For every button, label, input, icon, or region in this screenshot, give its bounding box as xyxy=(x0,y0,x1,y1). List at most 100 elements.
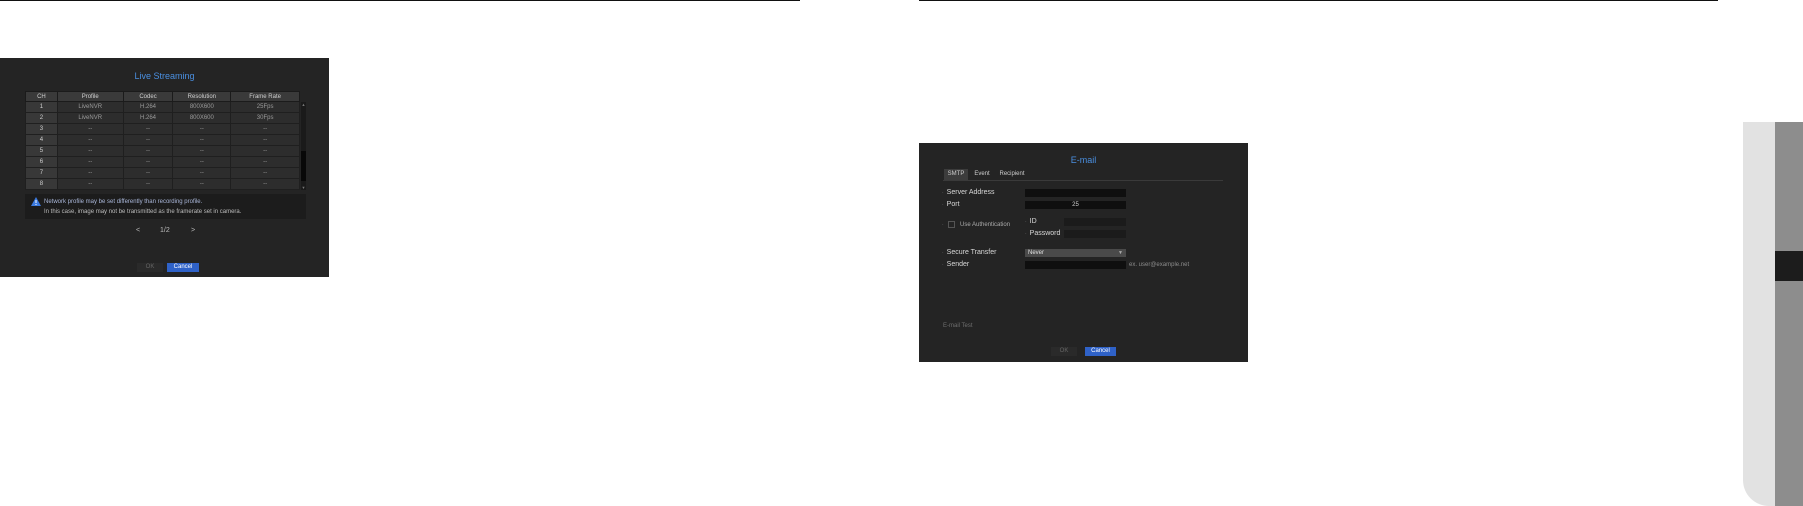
ok-button[interactable]: OK xyxy=(137,263,163,272)
sender-label: · Sender xyxy=(942,261,970,268)
cell-codec: H.264 xyxy=(122,112,174,124)
table-row[interactable]: 5 -- -- -- -- xyxy=(25,145,300,157)
cell-frame-rate: -- xyxy=(230,156,300,168)
id-field[interactable] xyxy=(1064,218,1126,226)
server-address-label: · Server Address xyxy=(942,189,995,196)
notice-line-2: In this case, image may not be transmitt… xyxy=(44,209,242,215)
chevron-down-icon: ▼ xyxy=(1118,250,1123,256)
cell-profile[interactable]: -- xyxy=(56,167,124,179)
port-field[interactable]: 25 xyxy=(1025,201,1126,209)
cell-profile[interactable]: LiveNVR xyxy=(56,112,124,124)
bullet-icon: · xyxy=(942,262,944,268)
port-label: · Port xyxy=(942,201,960,208)
cell-codec: H.264 xyxy=(122,101,174,113)
cell-frame-rate: 30Fps xyxy=(230,112,300,124)
cell-frame-rate: -- xyxy=(230,134,300,146)
dialog-title: Live Streaming xyxy=(134,71,195,81)
cell-codec: -- xyxy=(122,167,174,179)
table-header-row: CH Profile Codec Resolution Frame Rate xyxy=(25,91,300,102)
table-row[interactable]: 1 LiveNVR H.264 800X600 25Fps xyxy=(25,101,300,113)
cell-codec: -- xyxy=(122,145,174,157)
sender-example-hint: ex. user@example.net xyxy=(1129,262,1190,268)
table-row[interactable]: 7 -- -- -- -- xyxy=(25,167,300,179)
cell-frame-rate: -- xyxy=(230,123,300,135)
cell-resolution: -- xyxy=(172,145,232,157)
cell-ch: 6 xyxy=(25,156,58,168)
column-header-ch: CH xyxy=(25,91,58,102)
cancel-button[interactable]: Cancel xyxy=(1085,347,1116,356)
email-test-button[interactable]: E-mail Test xyxy=(943,323,973,329)
cell-resolution: -- xyxy=(172,156,232,168)
table-row[interactable]: 2 LiveNVR H.264 800X600 30Fps xyxy=(25,112,300,124)
use-authentication-label: Use Authentication xyxy=(960,222,1011,229)
bullet-icon: · xyxy=(1025,231,1027,237)
secure-transfer-select[interactable]: Never ▼ xyxy=(1025,249,1126,257)
cell-resolution: 800X600 xyxy=(172,101,232,113)
password-label: · Password xyxy=(1025,230,1061,237)
streaming-table: CH Profile Codec Resolution Frame Rate 1… xyxy=(25,91,300,190)
page-top-rule-right xyxy=(919,0,1718,1)
bullet-icon: · xyxy=(1025,219,1027,225)
cell-ch: 8 xyxy=(25,178,58,190)
next-page-icon[interactable]: > xyxy=(191,227,195,234)
use-authentication-row[interactable]: · Use Authentication xyxy=(942,221,1010,228)
cell-frame-rate: 25Fps xyxy=(230,101,300,113)
bullet-icon: · xyxy=(942,190,944,196)
server-address-field[interactable] xyxy=(1025,189,1126,197)
page-indicator: 1/2 xyxy=(160,227,170,234)
dialog-title: E-mail xyxy=(1070,155,1097,165)
table-row[interactable]: 3 -- -- -- -- xyxy=(25,123,300,135)
side-chapter-tab-light xyxy=(1743,122,1778,506)
cell-resolution: -- xyxy=(172,178,232,190)
table-row[interactable]: 8 -- -- -- -- xyxy=(25,178,300,190)
tab-event[interactable]: Event xyxy=(971,169,993,180)
cell-ch: 2 xyxy=(25,112,58,124)
tab-recipient[interactable]: Recipient xyxy=(996,169,1028,180)
column-header-profile: Profile xyxy=(56,91,124,102)
cell-profile[interactable]: -- xyxy=(56,123,124,135)
table-row[interactable]: 6 -- -- -- -- xyxy=(25,156,300,168)
cell-frame-rate: -- xyxy=(230,167,300,179)
cell-profile[interactable]: -- xyxy=(56,178,124,190)
ok-button[interactable]: OK xyxy=(1051,347,1077,356)
table-scrollbar[interactable]: ▲ ▼ xyxy=(301,102,306,190)
side-chapter-tabs xyxy=(1775,122,1803,506)
cell-codec: -- xyxy=(122,123,174,135)
prev-page-icon[interactable]: < xyxy=(136,227,140,234)
cell-profile[interactable]: -- xyxy=(56,145,124,157)
column-header-resolution: Resolution xyxy=(172,91,232,102)
warning-icon xyxy=(31,197,41,206)
side-chapter-tab-active xyxy=(1775,251,1803,281)
column-header-codec: Codec xyxy=(122,91,174,102)
cell-profile[interactable]: -- xyxy=(56,134,124,146)
notice-line-1: Network profile may be set differently t… xyxy=(44,199,203,205)
cell-frame-rate: -- xyxy=(230,178,300,190)
bullet-icon: · xyxy=(942,202,944,208)
cell-profile[interactable]: -- xyxy=(56,156,124,168)
tab-smtp[interactable]: SMTP xyxy=(944,169,968,180)
cell-frame-rate: -- xyxy=(230,145,300,157)
cell-ch: 7 xyxy=(25,167,58,179)
secure-transfer-value: Never xyxy=(1028,250,1045,256)
scroll-down-icon[interactable]: ▼ xyxy=(301,185,306,190)
cancel-button[interactable]: Cancel xyxy=(167,263,199,272)
sender-field[interactable] xyxy=(1025,261,1126,269)
password-field[interactable] xyxy=(1064,230,1126,238)
cell-codec: -- xyxy=(122,156,174,168)
cell-profile[interactable]: LiveNVR xyxy=(56,101,124,113)
cell-ch: 4 xyxy=(25,134,58,146)
secure-transfer-label: · Secure Transfer xyxy=(942,249,997,256)
cell-codec: -- xyxy=(122,178,174,190)
cell-resolution: 800X600 xyxy=(172,112,232,124)
email-dialog: E-mail SMTP Event Recipient · Server Addr… xyxy=(919,143,1248,362)
table-row[interactable]: 4 -- -- -- -- xyxy=(25,134,300,146)
id-label: · ID xyxy=(1025,218,1037,225)
use-authentication-checkbox[interactable] xyxy=(948,221,956,228)
cell-resolution: -- xyxy=(172,167,232,179)
scroll-up-icon[interactable]: ▲ xyxy=(301,102,306,107)
bullet-icon: · xyxy=(942,222,944,229)
live-streaming-dialog: Live Streaming CH Profile Codec Resoluti… xyxy=(0,58,329,277)
scroll-thumb[interactable] xyxy=(301,151,306,181)
cell-resolution: -- xyxy=(172,134,232,146)
tab-bar: SMTP Event Recipient xyxy=(943,169,1223,181)
